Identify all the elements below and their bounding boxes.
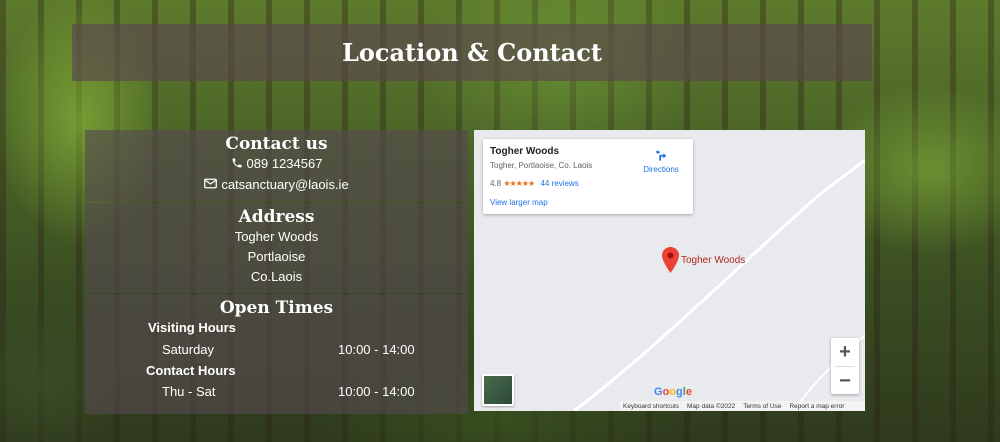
- address-panel: Address Togher Woods Portlaoise Co.Laois: [85, 203, 468, 293]
- place-address: Togher, Portlaoise, Co. Laois: [490, 161, 593, 170]
- place-rating: 4.8 ★★★★★ 44 reviews: [490, 179, 579, 188]
- phone-number[interactable]: 089 1234567: [247, 156, 323, 171]
- contact-day: Thu - Sat: [162, 384, 216, 399]
- view-larger-map-link[interactable]: View larger map: [490, 198, 548, 207]
- envelope-icon: [204, 175, 218, 195]
- zoom-in-button[interactable]: +: [831, 338, 859, 366]
- logo-letter: g: [676, 386, 683, 398]
- directions-label: Directions: [643, 165, 679, 174]
- contact-panel: Contact us 089 1234567 catsanctuary@laoi…: [85, 130, 468, 202]
- email-address[interactable]: catsanctuary@laois.ie: [221, 177, 348, 192]
- map-embed[interactable]: Togher Woods Togher, Portlaoise, Co. Lao…: [474, 130, 865, 411]
- pin-label[interactable]: Togher Woods: [681, 255, 745, 266]
- place-info-card: Togher Woods Togher, Portlaoise, Co. Lao…: [483, 139, 693, 214]
- open-times-heading: Open Times: [219, 298, 334, 318]
- phone-line: 089 1234567: [85, 154, 468, 175]
- visiting-day: Saturday: [162, 342, 215, 357]
- visiting-hours: 10:00 - 14:00: [338, 342, 415, 357]
- rating-value: 4.8: [490, 179, 502, 188]
- keyboard-shortcuts-link[interactable]: Keyboard shortcuts: [623, 403, 679, 410]
- open-times-panel: Open Times Visiting Hours Saturday 10:00…: [85, 294, 468, 414]
- contact-hours: 10:00 - 14:00: [338, 384, 415, 399]
- directions-button[interactable]: Directions: [639, 149, 683, 174]
- report-error-link[interactable]: Report a map error: [789, 403, 844, 410]
- phone-icon: [231, 155, 243, 175]
- terms-link[interactable]: Terms of Use: [743, 403, 781, 410]
- place-name: Togher Woods: [490, 146, 560, 157]
- logo-letter: e: [685, 386, 692, 398]
- map-attribution-bar: Keyboard shortcuts Map data ©2022 Terms …: [620, 401, 865, 411]
- contact-heading: Contact us: [225, 134, 328, 154]
- page-title: Location & Contact: [342, 38, 602, 67]
- zoom-out-button[interactable]: −: [831, 367, 859, 395]
- title-banner: Location & Contact: [72, 24, 872, 81]
- address-heading: Address: [238, 207, 315, 227]
- map-data-text: Map data ©2022: [687, 402, 736, 410]
- reviews-link[interactable]: 44 reviews: [540, 179, 578, 188]
- visiting-hours-label: Visiting Hours: [148, 320, 236, 335]
- address-line: Togher Woods: [234, 229, 319, 244]
- star-rating-icon: ★★★★★: [503, 179, 535, 188]
- directions-icon: [639, 149, 683, 165]
- address-line: Portlaoise: [247, 249, 306, 264]
- satellite-toggle-button[interactable]: [482, 374, 514, 406]
- contact-hours-label: Contact Hours: [146, 363, 236, 378]
- google-logo: Google: [654, 386, 692, 398]
- address-line: Co.Laois: [250, 269, 303, 284]
- zoom-controls: + −: [831, 338, 859, 394]
- email-line: catsanctuary@laois.ie: [85, 175, 468, 196]
- logo-letter: G: [654, 386, 663, 398]
- map-pin-icon[interactable]: [662, 247, 679, 278]
